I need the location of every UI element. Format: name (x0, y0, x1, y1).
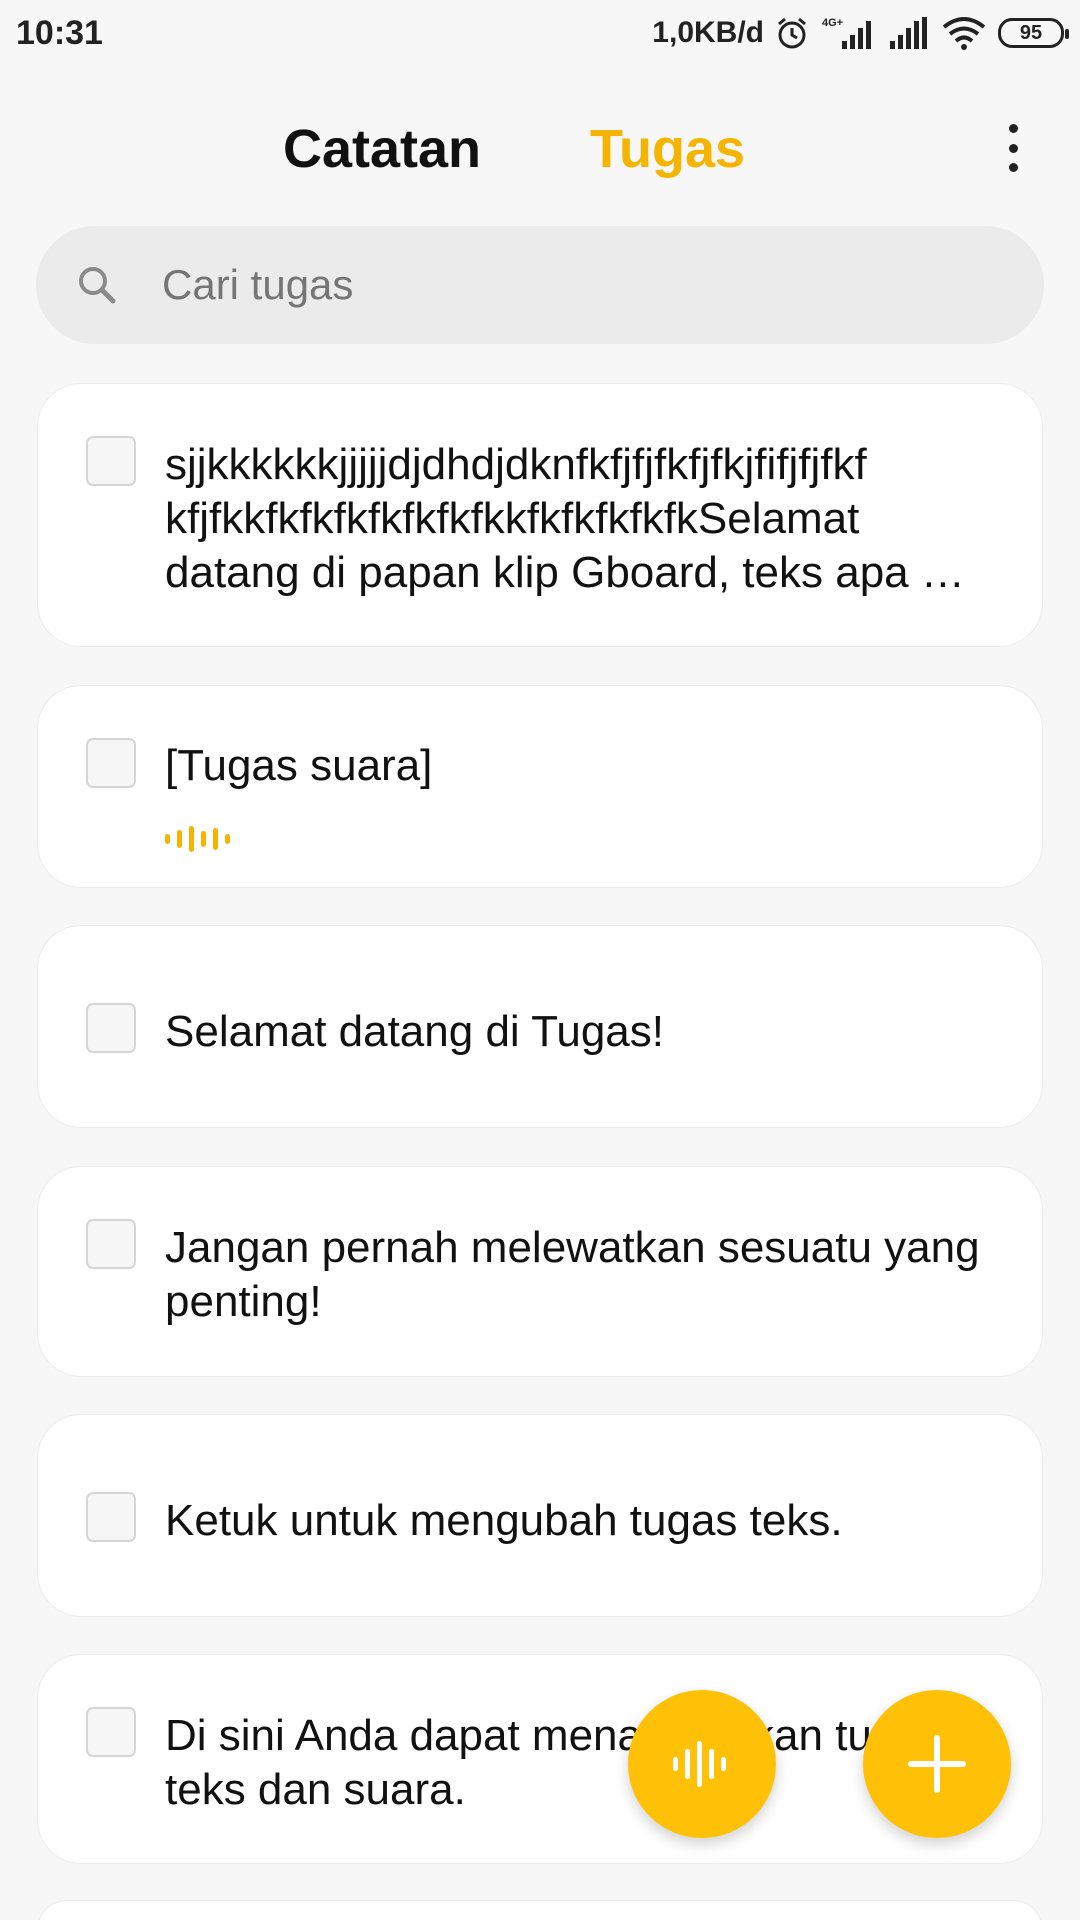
task-checkbox[interactable] (86, 1492, 136, 1542)
task-checkbox[interactable] (86, 436, 136, 486)
signal-icon (886, 15, 930, 51)
task-text: sjjkkkkkkjjjjjdjdhdjdknfkfjfjfkfjfkjfifj… (165, 440, 965, 597)
status-time: 10:31 (16, 13, 103, 52)
task-checkbox[interactable] (86, 1219, 136, 1269)
tab-tasks[interactable]: Tugas (590, 118, 745, 180)
signal-icon: 4G+ (820, 15, 876, 51)
task-text: Selamat datang di Tugas! (165, 1007, 664, 1056)
task-text: Ketuk untuk mengubah tugas teks. (165, 1496, 843, 1545)
task-checkbox[interactable] (86, 1707, 136, 1757)
task-checkbox[interactable] (86, 1003, 136, 1053)
wifi-icon (940, 15, 988, 51)
task-checkbox[interactable] (86, 738, 136, 788)
task-card[interactable]: [Tugas suara] (37, 685, 1043, 888)
voice-wave-icon (673, 1741, 726, 1787)
voice-wave-icon[interactable] (165, 826, 230, 852)
tab-notes[interactable]: Catatan (283, 118, 481, 180)
network-speed: 1,0KB/d (652, 16, 764, 49)
task-card[interactable]: sjjkkkkkkjjjjjdjdhdjdknfkfjfjfkfjfkjfifj… (37, 383, 1043, 647)
search-icon (79, 267, 116, 304)
search-input[interactable] (162, 261, 962, 309)
task-text: [Tugas suara] (165, 741, 433, 790)
svg-text:4G+: 4G+ (822, 17, 843, 29)
battery-indicator: 95 (998, 18, 1069, 48)
app-header: Catatan Tugas (0, 100, 1080, 200)
add-task-button[interactable] (863, 1690, 1011, 1838)
task-text: Jangan pernah melewatkan sesuatu yang pe… (165, 1223, 980, 1326)
more-vert-icon[interactable] (998, 118, 1028, 178)
search-bar[interactable] (36, 226, 1044, 344)
status-bar: 10:31 1,0KB/d 4G+ 95 (0, 0, 1080, 66)
task-card[interactable] (37, 1900, 1043, 1920)
task-text: Di sini Anda dapat menambahkan tugas tek… (165, 1711, 943, 1814)
task-card[interactable]: Selamat datang di Tugas! (37, 925, 1043, 1128)
task-card[interactable]: Ketuk untuk mengubah tugas teks. (37, 1414, 1043, 1617)
task-card[interactable]: Jangan pernah melewatkan sesuatu yang pe… (37, 1166, 1043, 1377)
add-voice-task-button[interactable] (628, 1690, 776, 1838)
alarm-icon (774, 15, 810, 51)
status-icons: 1,0KB/d 4G+ 95 (652, 15, 1069, 51)
plus-icon (908, 1735, 966, 1793)
